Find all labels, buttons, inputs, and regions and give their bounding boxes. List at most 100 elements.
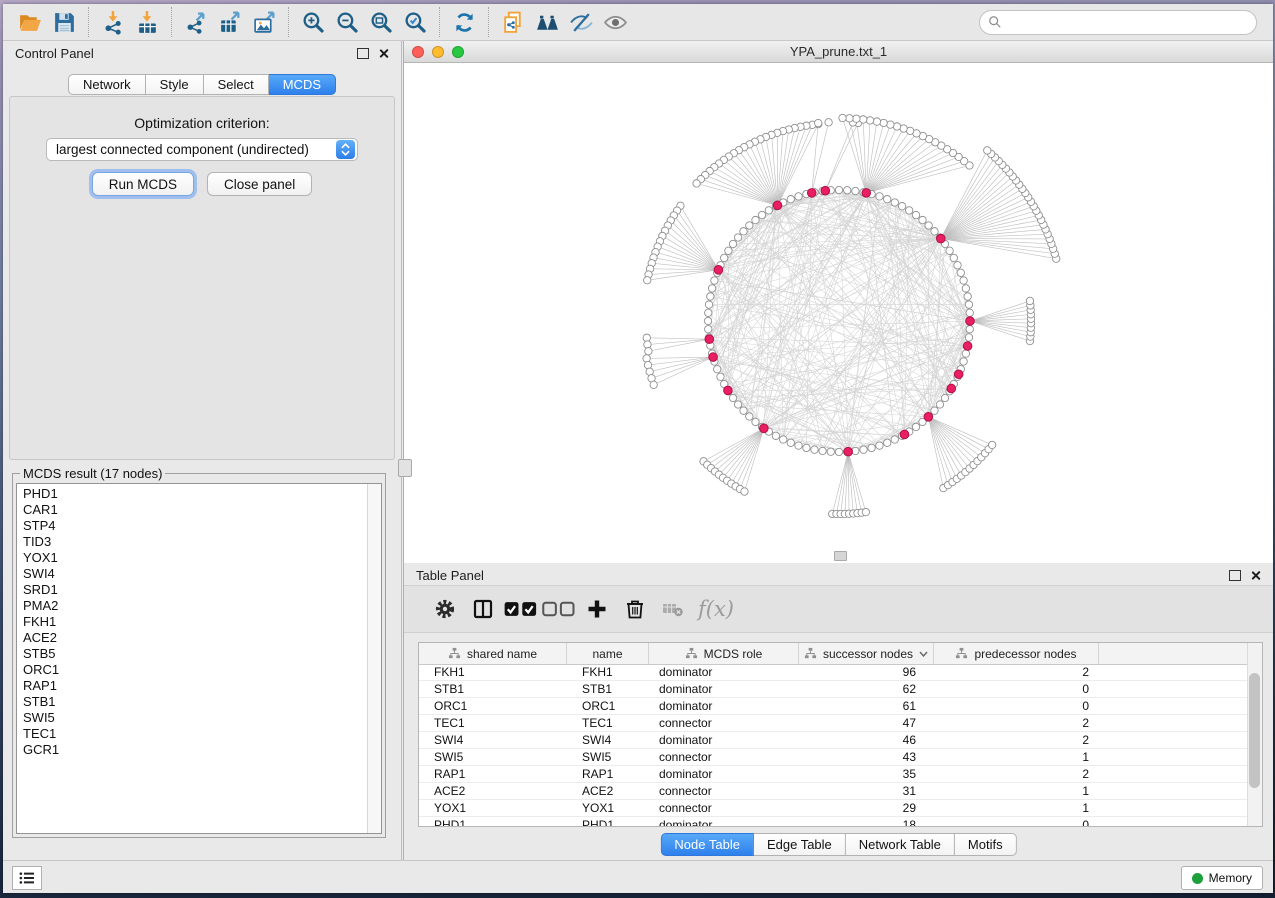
vertical-splitter-handle[interactable] <box>398 459 412 477</box>
float-panel-icon[interactable] <box>1229 570 1241 581</box>
column-header-predecessor-nodes[interactable]: predecessor nodes <box>934 643 1099 664</box>
cell-predecessor_nodes[interactable]: 2 <box>934 715 1099 731</box>
maximize-window-icon[interactable] <box>452 46 464 58</box>
cell-shared_name[interactable]: YOX1 <box>419 800 567 816</box>
cell-name[interactable]: SWI4 <box>567 732 649 748</box>
export-table-icon[interactable] <box>213 7 247 37</box>
mcds-result-item[interactable]: FKH1 <box>23 614 368 630</box>
column-header-name[interactable]: name <box>567 643 649 664</box>
cell-shared_name[interactable]: SWI5 <box>419 749 567 765</box>
minimize-window-icon[interactable] <box>432 46 444 58</box>
column-header-mcds-role[interactable]: MCDS role <box>649 643 799 664</box>
tab-select[interactable]: Select <box>204 74 269 95</box>
cell-successor_nodes[interactable]: 29 <box>799 800 934 816</box>
column-header-shared-name[interactable]: shared name <box>419 643 567 664</box>
table-row[interactable]: STB1STB1dominator620 <box>419 681 1248 698</box>
cell-predecessor_nodes[interactable]: 0 <box>934 817 1099 827</box>
memory-button[interactable]: Memory <box>1181 866 1263 890</box>
cell-name[interactable]: RAP1 <box>567 766 649 782</box>
mcds-result-item[interactable]: STB5 <box>23 646 368 662</box>
tab-network[interactable]: Network <box>68 74 146 95</box>
cell-predecessor_nodes[interactable]: 1 <box>934 749 1099 765</box>
search-input[interactable] <box>1002 15 1256 30</box>
delete-column-icon[interactable] <box>616 593 654 625</box>
cell-predecessor_nodes[interactable]: 0 <box>934 698 1099 714</box>
mcds-result-item[interactable]: CAR1 <box>23 502 368 518</box>
mcds-result-item[interactable]: ORC1 <box>23 662 368 678</box>
cell-shared_name[interactable]: TEC1 <box>419 715 567 731</box>
table-row[interactable]: TEC1TEC1connector472 <box>419 715 1248 732</box>
cell-mcds_role[interactable]: dominator <box>649 664 799 680</box>
table-row[interactable]: YOX1YOX1connector291 <box>419 800 1248 817</box>
horizontal-splitter-handle[interactable] <box>834 551 847 561</box>
network-canvas[interactable] <box>404 63 1273 562</box>
close-panel-button[interactable]: Close panel <box>207 172 312 196</box>
create-column-icon[interactable] <box>578 593 616 625</box>
tab-style[interactable]: Style <box>146 74 204 95</box>
mcds-result-item[interactable]: SRD1 <box>23 582 368 598</box>
tab-edge-table[interactable]: Edge Table <box>754 833 846 856</box>
close-panel-icon[interactable] <box>378 48 389 59</box>
cell-shared_name[interactable]: FKH1 <box>419 664 567 680</box>
cell-mcds_role[interactable]: connector <box>649 749 799 765</box>
table-row[interactable]: FKH1FKH1dominator962 <box>419 664 1248 681</box>
cell-name[interactable]: STB1 <box>567 681 649 697</box>
tab-motifs[interactable]: Motifs <box>955 833 1017 856</box>
table-row[interactable]: ORC1ORC1dominator610 <box>419 698 1248 715</box>
first-neighbors-icon[interactable] <box>530 7 564 37</box>
show-task-history-button[interactable] <box>12 866 42 890</box>
table-settings-gear-icon[interactable] <box>426 593 464 625</box>
cell-name[interactable]: ACE2 <box>567 783 649 799</box>
duplicate-network-icon[interactable] <box>496 7 530 37</box>
mcds-result-item[interactable]: TEC1 <box>23 726 368 742</box>
cell-shared_name[interactable]: PHD1 <box>419 817 567 827</box>
import-table-icon[interactable] <box>130 7 164 37</box>
column-header-successor-nodes[interactable]: successor nodes <box>799 643 934 664</box>
cell-name[interactable]: TEC1 <box>567 715 649 731</box>
cell-shared_name[interactable]: RAP1 <box>419 766 567 782</box>
mcds-result-item[interactable]: RAP1 <box>23 678 368 694</box>
run-mcds-button[interactable]: Run MCDS <box>92 172 194 196</box>
mcds-result-item[interactable]: TID3 <box>23 534 368 550</box>
tab-network-table[interactable]: Network Table <box>846 833 955 856</box>
cell-successor_nodes[interactable]: 18 <box>799 817 934 827</box>
cell-successor_nodes[interactable]: 62 <box>799 681 934 697</box>
cell-successor_nodes[interactable]: 46 <box>799 732 934 748</box>
mcds-result-item[interactable]: PHD1 <box>23 486 368 502</box>
mcds-result-item[interactable]: ACE2 <box>23 630 368 646</box>
cell-name[interactable]: PHD1 <box>567 817 649 827</box>
zoom-selected-icon[interactable] <box>398 7 432 37</box>
cell-mcds_role[interactable]: dominator <box>649 698 799 714</box>
cell-name[interactable]: YOX1 <box>567 800 649 816</box>
export-network-icon[interactable] <box>179 7 213 37</box>
zoom-fit-icon[interactable] <box>364 7 398 37</box>
cell-predecessor_nodes[interactable]: 1 <box>934 783 1099 799</box>
unselect-all-columns-icon[interactable] <box>540 593 578 625</box>
cell-shared_name[interactable]: ACE2 <box>419 783 567 799</box>
show-column-panel-icon[interactable] <box>464 593 502 625</box>
open-file-icon[interactable] <box>13 7 47 37</box>
mcds-list-scrollbar[interactable] <box>367 484 381 833</box>
cell-mcds_role[interactable]: dominator <box>649 732 799 748</box>
zoom-in-icon[interactable] <box>296 7 330 37</box>
save-icon[interactable] <box>47 7 81 37</box>
table-row[interactable]: PHD1PHD1dominator180 <box>419 817 1248 827</box>
cell-predecessor_nodes[interactable]: 0 <box>934 681 1099 697</box>
refresh-icon[interactable] <box>447 7 481 37</box>
close-panel-icon[interactable] <box>1250 570 1261 581</box>
cell-successor_nodes[interactable]: 96 <box>799 664 934 680</box>
zoom-out-icon[interactable] <box>330 7 364 37</box>
tab-mcds[interactable]: MCDS <box>269 74 336 95</box>
cell-mcds_role[interactable]: dominator <box>649 766 799 782</box>
cell-mcds_role[interactable]: connector <box>649 715 799 731</box>
mcds-result-item[interactable]: SWI4 <box>23 566 368 582</box>
cell-predecessor_nodes[interactable]: 2 <box>934 766 1099 782</box>
cell-successor_nodes[interactable]: 43 <box>799 749 934 765</box>
cell-mcds_role[interactable]: connector <box>649 783 799 799</box>
cell-name[interactable]: ORC1 <box>567 698 649 714</box>
table-scrollbar[interactable] <box>1247 643 1262 826</box>
mcds-result-item[interactable]: GCR1 <box>23 742 368 758</box>
table-row[interactable]: ACE2ACE2connector311 <box>419 783 1248 800</box>
table-row[interactable]: SWI4SWI4dominator462 <box>419 732 1248 749</box>
search-box[interactable] <box>979 10 1257 35</box>
